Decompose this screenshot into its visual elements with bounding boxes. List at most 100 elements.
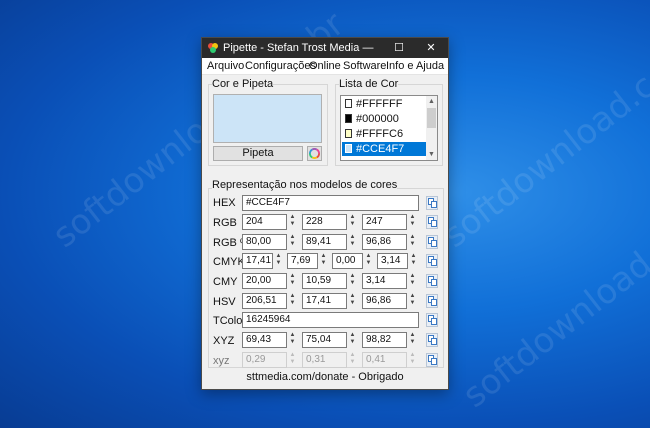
xyz-y-input[interactable]: 75,04 xyxy=(302,332,347,348)
hsv-s-input[interactable]: 17,41 xyxy=(302,293,347,309)
xyz-x-input[interactable]: 69,43 xyxy=(242,332,287,348)
minimize-button[interactable]: — xyxy=(352,38,384,58)
cmy-y-input[interactable]: 3,14 xyxy=(362,273,407,289)
copy-icon xyxy=(431,338,437,345)
pipette-app-icon xyxy=(208,43,218,53)
xyz-x-spinner[interactable]: ▲ ▼ xyxy=(288,332,297,348)
xyz-lower-label: xyz xyxy=(213,355,230,367)
hsv-h-input[interactable]: 206,51 xyxy=(242,293,287,309)
color-preview xyxy=(213,94,322,143)
color-list-item-label: #CCE4F7 xyxy=(356,143,405,155)
rgb-r-spinner[interactable]: ▲ ▼ xyxy=(288,214,297,230)
cmy-c-spinner[interactable]: ▲ ▼ xyxy=(288,273,297,289)
scroll-thumb[interactable] xyxy=(427,108,436,128)
rgb-pct-g-input[interactable]: 89,41 xyxy=(302,234,347,250)
color-list[interactable]: #FFFFFF #000000 #FFFFC6 #CCE4F7 ▲ ▼ xyxy=(340,95,438,161)
xyz-label: XYZ xyxy=(213,335,235,347)
cmyk-k-input[interactable]: 3,14 xyxy=(377,253,408,269)
copy-hex-button[interactable] xyxy=(426,196,438,210)
copy-rgb-pct-button[interactable] xyxy=(426,235,438,249)
rgb-pct-g-spinner[interactable]: ▲ ▼ xyxy=(348,234,357,250)
rgb-b-input[interactable]: 247 xyxy=(362,214,407,230)
color-swatch xyxy=(345,144,352,153)
color-list-item[interactable]: #000000 xyxy=(342,112,426,126)
hsv-label: HSV xyxy=(213,296,236,308)
xyz-lower-x-input: 0,29 xyxy=(242,352,287,368)
copy-cmyk-button[interactable] xyxy=(426,254,438,268)
copy-icon xyxy=(431,220,437,227)
xyz-lower-y-input: 0,31 xyxy=(302,352,347,368)
scroll-up-icon[interactable]: ▲ xyxy=(426,96,437,107)
donate-link[interactable]: sttmedia.com/donate - Obrigado xyxy=(202,371,448,383)
color-swatch xyxy=(345,129,352,138)
copy-cmy-button[interactable] xyxy=(426,274,438,288)
color-list-item-label: #FFFFFF xyxy=(356,98,403,110)
copy-xyz-button[interactable] xyxy=(426,333,438,347)
cmyk-k-spinner[interactable]: ▲ ▼ xyxy=(409,253,418,269)
desktop-watermark: softdownload.com.br xyxy=(435,4,650,256)
pipeta-button[interactable]: Pipeta xyxy=(213,146,303,161)
cmy-label: CMY xyxy=(213,276,238,288)
xyz-z-input[interactable]: 98,82 xyxy=(362,332,407,348)
menu-arquivo[interactable]: Arquivo xyxy=(207,60,244,72)
color-list-item-selected[interactable]: #CCE4F7 xyxy=(342,142,426,156)
rgb-pct-r-input[interactable]: 80,00 xyxy=(242,234,287,250)
cmy-m-spinner[interactable]: ▲ ▼ xyxy=(348,273,357,289)
xyz-z-spinner[interactable]: ▲ ▼ xyxy=(408,332,417,348)
color-list-item[interactable]: #FFFFFF xyxy=(342,97,426,111)
lista-cor-label: Lista de Cor xyxy=(339,78,399,90)
copy-icon xyxy=(431,279,437,286)
models-label: Representação nos modelos de cores xyxy=(212,179,398,191)
cmyk-y-spinner[interactable]: ▲ ▼ xyxy=(364,253,373,269)
close-button[interactable]: ✕ xyxy=(415,38,447,58)
copy-tcolor-button[interactable] xyxy=(426,313,438,327)
rgb-r-input[interactable]: 204 xyxy=(242,214,287,230)
hsv-v-input[interactable]: 96,86 xyxy=(362,293,407,309)
rgb-g-input[interactable]: 228 xyxy=(302,214,347,230)
copy-hsv-button[interactable] xyxy=(426,294,438,308)
tcolor-input[interactable]: 16245964 xyxy=(242,312,419,328)
color-list-scrollbar[interactable]: ▲ ▼ xyxy=(426,96,437,160)
copy-rgb-button[interactable] xyxy=(426,215,438,229)
color-list-item[interactable]: #FFFFC6 xyxy=(342,127,426,141)
cmy-c-input[interactable]: 20,00 xyxy=(242,273,287,289)
hsv-h-spinner[interactable]: ▲ ▼ xyxy=(288,293,297,309)
xyz-lower-x-spinner: ▲ ▼ xyxy=(289,352,296,365)
hsv-s-spinner[interactable]: ▲ ▼ xyxy=(348,293,357,309)
menu-info-ajuda[interactable]: Info e Ajuda xyxy=(386,60,444,72)
menu-bar: Arquivo Configurações Online Software In… xyxy=(202,58,448,75)
maximize-button[interactable]: ☐ xyxy=(383,38,415,58)
menu-software[interactable]: Software xyxy=(343,60,386,72)
copy-icon xyxy=(431,201,437,208)
color-wheel-button[interactable] xyxy=(307,146,322,161)
copy-icon xyxy=(431,358,437,365)
menu-online[interactable]: Online xyxy=(309,60,341,72)
cmyk-y-input[interactable]: 0,00 xyxy=(332,253,363,269)
hex-input[interactable]: #CCE4F7 xyxy=(242,195,419,211)
scroll-down-icon[interactable]: ▼ xyxy=(426,149,437,160)
cmy-y-spinner[interactable]: ▲ ▼ xyxy=(408,273,417,289)
cmy-m-input[interactable]: 10,59 xyxy=(302,273,347,289)
copy-icon xyxy=(431,318,437,325)
menu-configuracoes[interactable]: Configurações xyxy=(245,60,316,72)
cmyk-m-input[interactable]: 7,69 xyxy=(287,253,318,269)
rgb-b-spinner[interactable]: ▲ ▼ xyxy=(408,214,417,230)
rgb-pct-r-spinner[interactable]: ▲ ▼ xyxy=(288,234,297,250)
pipette-window: Pipette - Stefan Trost Media — ☐ ✕ Arqui… xyxy=(201,37,449,390)
cmyk-m-spinner[interactable]: ▲ ▼ xyxy=(319,253,328,269)
cor-pipeta-label: Cor e Pipeta xyxy=(212,78,274,90)
rgb-pct-b-spinner[interactable]: ▲ ▼ xyxy=(408,234,417,250)
copy-icon xyxy=(431,259,437,266)
color-wheel-icon xyxy=(309,148,320,159)
cmyk-c-spinner[interactable]: ▲ ▼ xyxy=(274,253,283,269)
xyz-y-spinner[interactable]: ▲ ▼ xyxy=(348,332,357,348)
cmyk-c-input[interactable]: 17,41 xyxy=(242,253,273,269)
hsv-v-spinner[interactable]: ▲ ▼ xyxy=(408,293,417,309)
color-list-item-label: #000000 xyxy=(356,113,399,125)
rgb-g-spinner[interactable]: ▲ ▼ xyxy=(348,214,357,230)
copy-xyz-lower-button[interactable] xyxy=(426,353,438,367)
copy-icon xyxy=(431,240,437,247)
title-bar[interactable]: Pipette - Stefan Trost Media — ☐ ✕ xyxy=(202,38,448,58)
rgb-pct-b-input[interactable]: 96,86 xyxy=(362,234,407,250)
rgb-label: RGB xyxy=(213,217,237,229)
